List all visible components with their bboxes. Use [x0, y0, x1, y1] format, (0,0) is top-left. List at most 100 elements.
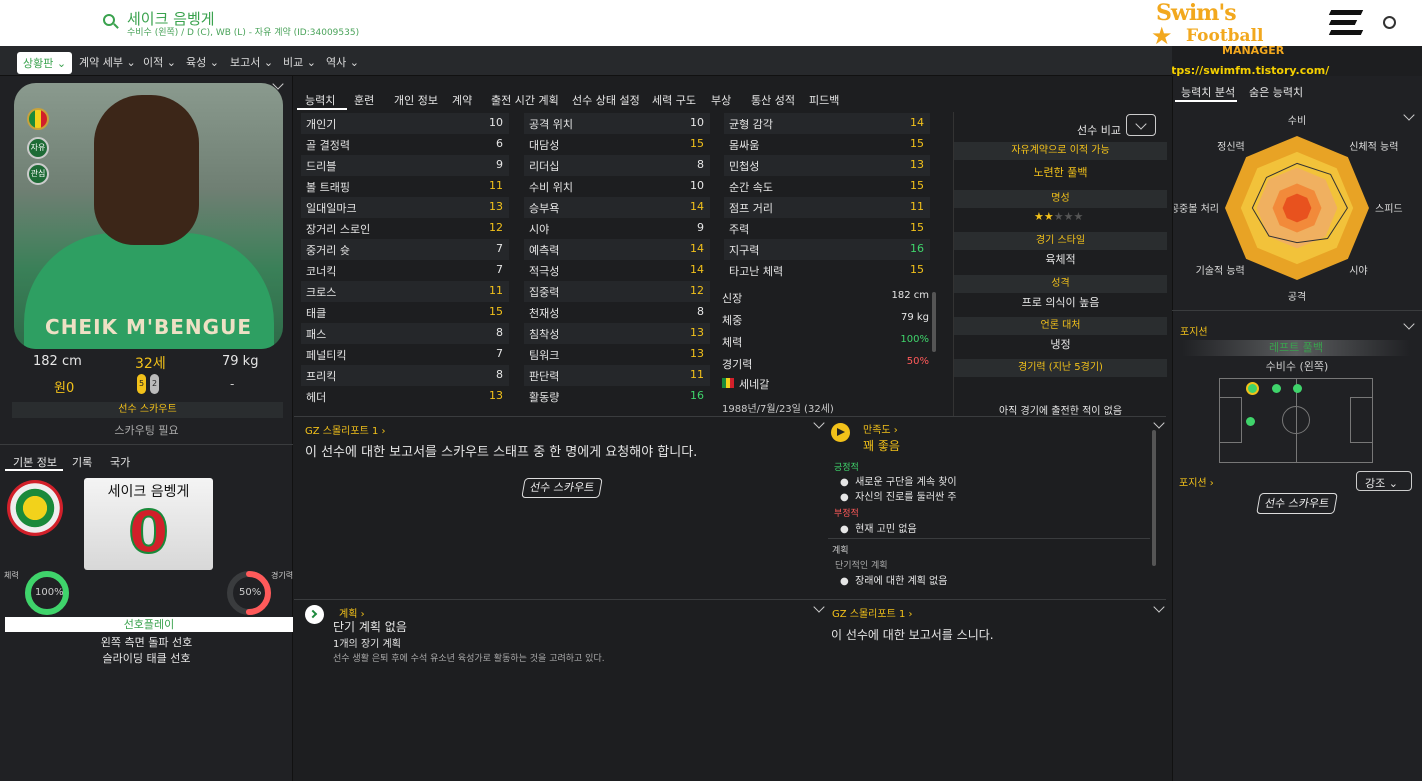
- card-number: 0: [127, 497, 169, 567]
- tab-career-stats[interactable]: 통산 성적: [751, 92, 795, 108]
- tab-nation[interactable]: 국가: [110, 454, 130, 470]
- attribute-row[interactable]: 타고난 체력 15: [724, 260, 930, 281]
- attribute-value: 12: [489, 221, 503, 234]
- tab-hidden-attributes[interactable]: 숨은 능력치: [1249, 84, 1303, 100]
- report2-title[interactable]: GZ 스몰리포트 1 ›: [832, 605, 913, 620]
- attribute-row[interactable]: 주력 15: [724, 218, 930, 239]
- nav-item-contract[interactable]: 계약 세부 ⌄: [79, 54, 136, 70]
- attribute-row[interactable]: 개인기 10: [301, 113, 509, 134]
- ball-icon[interactable]: [1383, 16, 1396, 29]
- tab-feedback[interactable]: 피드백: [809, 92, 839, 108]
- attribute-row[interactable]: 판단력 11: [524, 365, 710, 386]
- attribute-row[interactable]: 중거리 슛 7: [301, 239, 509, 260]
- tab-training[interactable]: 훈련: [354, 92, 374, 108]
- attribute-row[interactable]: 적극성 14: [524, 260, 710, 281]
- nav-item-development[interactable]: 육성 ⌄: [186, 54, 219, 70]
- satisfaction-title[interactable]: 만족도 ›: [863, 421, 898, 436]
- emphasis-dropdown[interactable]: 강조 ⌄: [1356, 471, 1412, 491]
- tab-playing-time[interactable]: 출전 시간 계획: [491, 92, 559, 108]
- satisfaction-panel: 만족도 › 꽤 좋음 긍정적 ● 새로운 구단을 계속 찾이 ● 자신의 진로를…: [828, 417, 1158, 599]
- attribute-value: 8: [496, 368, 503, 381]
- attribute-row[interactable]: 천재성 8: [524, 302, 710, 323]
- attribute-name: 프리킥: [306, 370, 337, 383]
- attribute-row[interactable]: 점프 거리 11: [724, 197, 930, 218]
- player-height: 182 cm: [33, 354, 82, 369]
- satisfaction-scrollbar[interactable]: [1152, 430, 1156, 566]
- chevron-down-icon[interactable]: [1153, 417, 1165, 429]
- attribute-row[interactable]: 순간 속도 15: [724, 176, 930, 197]
- attribute-row[interactable]: 대담성 15: [524, 134, 710, 155]
- attribute-row[interactable]: 크로스 11: [301, 281, 509, 302]
- attribute-name: 타고난 체력: [729, 265, 784, 278]
- chevron-down-icon[interactable]: [1153, 601, 1165, 613]
- search-icon[interactable]: [103, 14, 115, 26]
- attribute-row[interactable]: 승부욕 14: [524, 197, 710, 218]
- attribute-row[interactable]: 지구력 16: [724, 239, 930, 260]
- preferred-moves-title: 선호플레이: [5, 617, 293, 632]
- attribute-row[interactable]: 침착성 13: [524, 323, 710, 344]
- tab-dynamics[interactable]: 세력 구도: [652, 92, 696, 108]
- attribute-row[interactable]: 장거리 스로인 12: [301, 218, 509, 239]
- nav-item-history[interactable]: 역사 ⌄: [326, 54, 359, 70]
- attribute-row[interactable]: 예측력 14: [524, 239, 710, 260]
- chevron-down-icon[interactable]: [272, 78, 284, 90]
- attribute-row[interactable]: 리더십 8: [524, 155, 710, 176]
- attribute-name: 시야: [529, 223, 550, 236]
- attribute-radar-chart: 수비신체적 능력스피드시야공격 기술적 능력 공중볼 처리 정신력: [1174, 115, 1403, 303]
- attribute-row[interactable]: 페널티킥 7: [301, 344, 509, 365]
- attribute-row[interactable]: 패스 8: [301, 323, 509, 344]
- attribute-row[interactable]: 활동량 16: [524, 386, 710, 407]
- attribute-value: 7: [496, 263, 503, 276]
- menu-logo-icon[interactable]: [1326, 6, 1366, 40]
- chevron-down-icon[interactable]: [813, 601, 825, 613]
- nav-item-reports[interactable]: 보고서 ⌄: [230, 54, 273, 70]
- bio-value: 50%: [906, 356, 929, 367]
- senegal-flag-icon: [722, 378, 734, 388]
- attribute-row[interactable]: 드리블 9: [301, 155, 509, 176]
- attribute-row[interactable]: 코너킥 7: [301, 260, 509, 281]
- bio-scrollbar[interactable]: [932, 292, 936, 352]
- tab-attributes[interactable]: 능력치: [297, 89, 347, 110]
- attribute-row[interactable]: 볼 트래핑 11: [301, 176, 509, 197]
- tab-attribute-analysis[interactable]: 능력치 분석: [1175, 80, 1237, 102]
- play-icon: [831, 423, 850, 442]
- nav-item-transfer[interactable]: 이적 ⌄: [143, 54, 176, 70]
- attribute-row[interactable]: 시야 9: [524, 218, 710, 239]
- media-title: 언론 대처: [954, 317, 1167, 335]
- senegal-flag-icon: [27, 108, 49, 130]
- scout-player-button-right[interactable]: 선수 스카우트: [1256, 493, 1338, 514]
- tab-player-status[interactable]: 선수 상태 설정: [572, 92, 640, 108]
- attribute-row[interactable]: 팀워크 13: [524, 344, 710, 365]
- attribute-row[interactable]: 민첩성 13: [724, 155, 930, 176]
- tab-basic-info[interactable]: 기본 정보: [5, 449, 63, 471]
- attribute-row[interactable]: 태클 15: [301, 302, 509, 323]
- attribute-row[interactable]: 수비 위치 10: [524, 176, 710, 197]
- chevron-down-icon[interactable]: [1403, 318, 1415, 330]
- attribute-row[interactable]: 프리킥 8: [301, 365, 509, 386]
- free-agent-badge: 자유: [27, 137, 49, 159]
- attribute-row[interactable]: 골 결정력 6: [301, 134, 509, 155]
- attribute-value: 14: [690, 242, 704, 255]
- position-link[interactable]: 포지션 ›: [1179, 474, 1214, 489]
- compare-dropdown[interactable]: [1126, 114, 1156, 136]
- attribute-row[interactable]: 몸싸움 15: [724, 134, 930, 155]
- attribute-row[interactable]: 집중력 12: [524, 281, 710, 302]
- attribute-name: 지구력: [729, 244, 760, 257]
- star-icon: ★: [1053, 210, 1064, 223]
- star-icon: ★: [1063, 210, 1074, 223]
- scout-report-title[interactable]: GZ 스몰리포트 1 ›: [305, 422, 386, 437]
- scout-player-button[interactable]: 선수 스카우트: [521, 478, 603, 498]
- attribute-row[interactable]: 균형 감각 14: [724, 113, 930, 134]
- tab-records[interactable]: 기록: [72, 454, 92, 470]
- nav-item-dashboard[interactable]: 상황판 ⌄: [17, 52, 73, 74]
- tab-injury[interactable]: 부상: [711, 92, 731, 108]
- attribute-row[interactable]: 일대일마크 13: [301, 197, 509, 218]
- attribute-name: 민첩성: [729, 160, 760, 173]
- attribute-row[interactable]: 공격 위치 10: [524, 113, 710, 134]
- tab-personal[interactable]: 개인 정보: [394, 92, 438, 108]
- nav-item-compare[interactable]: 비교 ⌄: [283, 54, 316, 70]
- form-value: 아직 경기에 출전한 적이 없음: [998, 406, 1123, 417]
- attribute-row[interactable]: 헤더 13: [301, 386, 509, 407]
- tab-contract[interactable]: 계약: [452, 92, 472, 108]
- chevron-down-icon[interactable]: [813, 417, 825, 429]
